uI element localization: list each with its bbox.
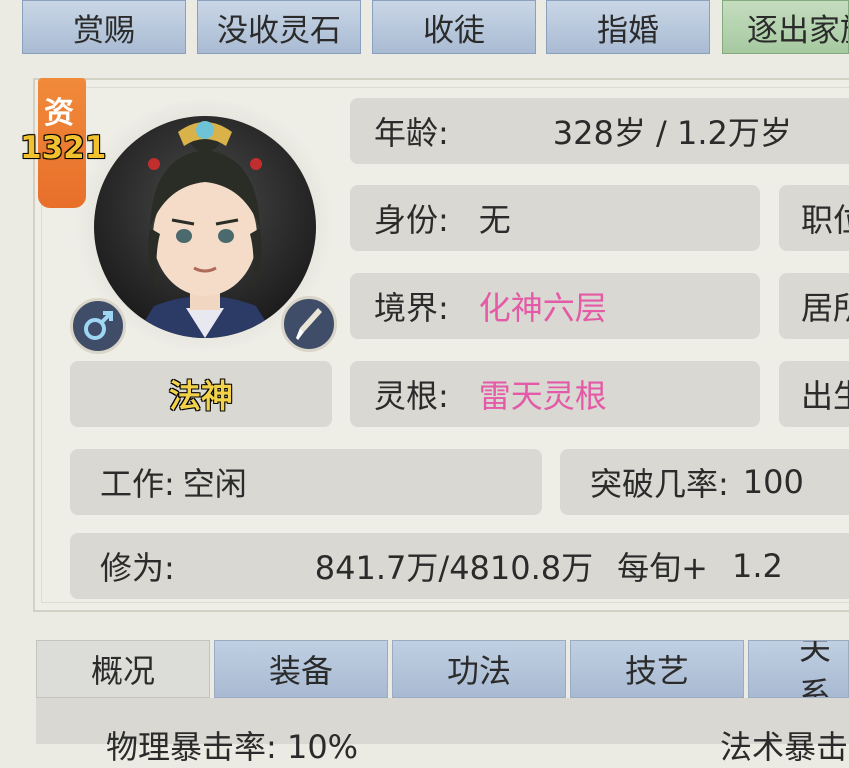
reward-label: 赏赐 [73, 12, 135, 49]
confiscate-label: 没收灵石 [217, 12, 341, 49]
realm-value: 化神六层 [478, 289, 607, 327]
take-disciple-label: 收徒 [423, 12, 485, 49]
position-row: 职位 [779, 185, 849, 251]
realm-label: 境界: [374, 289, 449, 327]
marriage-label: 指婚 [597, 12, 659, 49]
work-value: 空闲 [182, 465, 247, 503]
birth-label: 出生 [801, 377, 849, 415]
residence-row: 居所 [779, 273, 849, 339]
tab-overview[interactable]: 概况 [36, 640, 210, 698]
breakthrough-label: 突破几率: [590, 465, 729, 503]
spirit-root-row: 灵根: 雷天灵根 [350, 361, 760, 427]
per-turn-value: 1.2 [732, 547, 783, 585]
expel-label: 逐出家族 [747, 12, 848, 49]
cultivation-value: 841.7万/4810.8万 [314, 549, 594, 587]
position-label: 职位 [801, 201, 849, 239]
identity-label: 身份: [374, 201, 449, 239]
tab-relations[interactable]: 关系 [748, 640, 849, 698]
realm-row: 境界: 化神六层 [350, 273, 760, 339]
birth-row: 出生 [779, 361, 849, 427]
identity-row: 身份: 无 [350, 185, 760, 251]
tab-equipment-label: 装备 [268, 652, 333, 690]
breakthrough-value: 100 [742, 463, 804, 501]
root-value: 雷天灵根 [478, 377, 607, 415]
brush-icon[interactable] [281, 296, 337, 352]
expel-button[interactable]: 逐出家族 [722, 0, 849, 54]
age-label: 年龄: [374, 114, 449, 152]
arrange-marriage-button[interactable]: 指婚 [546, 0, 710, 54]
physical-crit-text: 物理暴击率: 10% [106, 728, 359, 766]
work-row: 工作: 空闲 [70, 449, 542, 515]
tab-skills-label: 技艺 [624, 652, 689, 690]
residence-label: 居所 [801, 289, 849, 327]
tab-techniques[interactable]: 功法 [392, 640, 566, 698]
confiscate-stones-button[interactable]: 没收灵石 [197, 0, 361, 54]
tab-skills[interactable]: 技艺 [570, 640, 744, 698]
per-turn-label: 每旬+ [617, 549, 708, 587]
tab-relations-label: 关系 [799, 640, 832, 698]
title-pill: 法神 [70, 361, 332, 427]
root-label: 灵根: [374, 377, 449, 415]
aptitude-label: 资 [44, 96, 74, 131]
reward-button[interactable]: 赏赐 [22, 0, 186, 54]
breakthrough-row: 突破几率: 100 [560, 449, 849, 515]
character-portrait[interactable] [94, 116, 316, 338]
identity-value: 无 [478, 201, 511, 239]
cultivation-label: 修为: [100, 549, 175, 587]
age-value: 328岁 / 1.2万岁 [552, 114, 792, 152]
aptitude-value: 1321 [20, 130, 107, 166]
portrait-art [134, 120, 276, 338]
cultivation-row: 修为: 841.7万/4810.8万 每旬+ 1.2 [70, 533, 849, 599]
age-row: 年龄: 328岁 / 1.2万岁 [350, 98, 849, 164]
tab-equipment[interactable]: 装备 [214, 640, 388, 698]
work-label: 工作: [100, 465, 175, 503]
take-disciple-button[interactable]: 收徒 [372, 0, 536, 54]
spell-crit-text: 法术暴击 [720, 728, 849, 766]
overview-content: 物理暴击率: 10% 法术暴击 [36, 698, 849, 766]
tab-overview-label: 概况 [90, 652, 155, 690]
tab-techniques-label: 功法 [446, 652, 511, 690]
male-icon [70, 298, 126, 354]
title-text: 法神 [168, 377, 233, 415]
